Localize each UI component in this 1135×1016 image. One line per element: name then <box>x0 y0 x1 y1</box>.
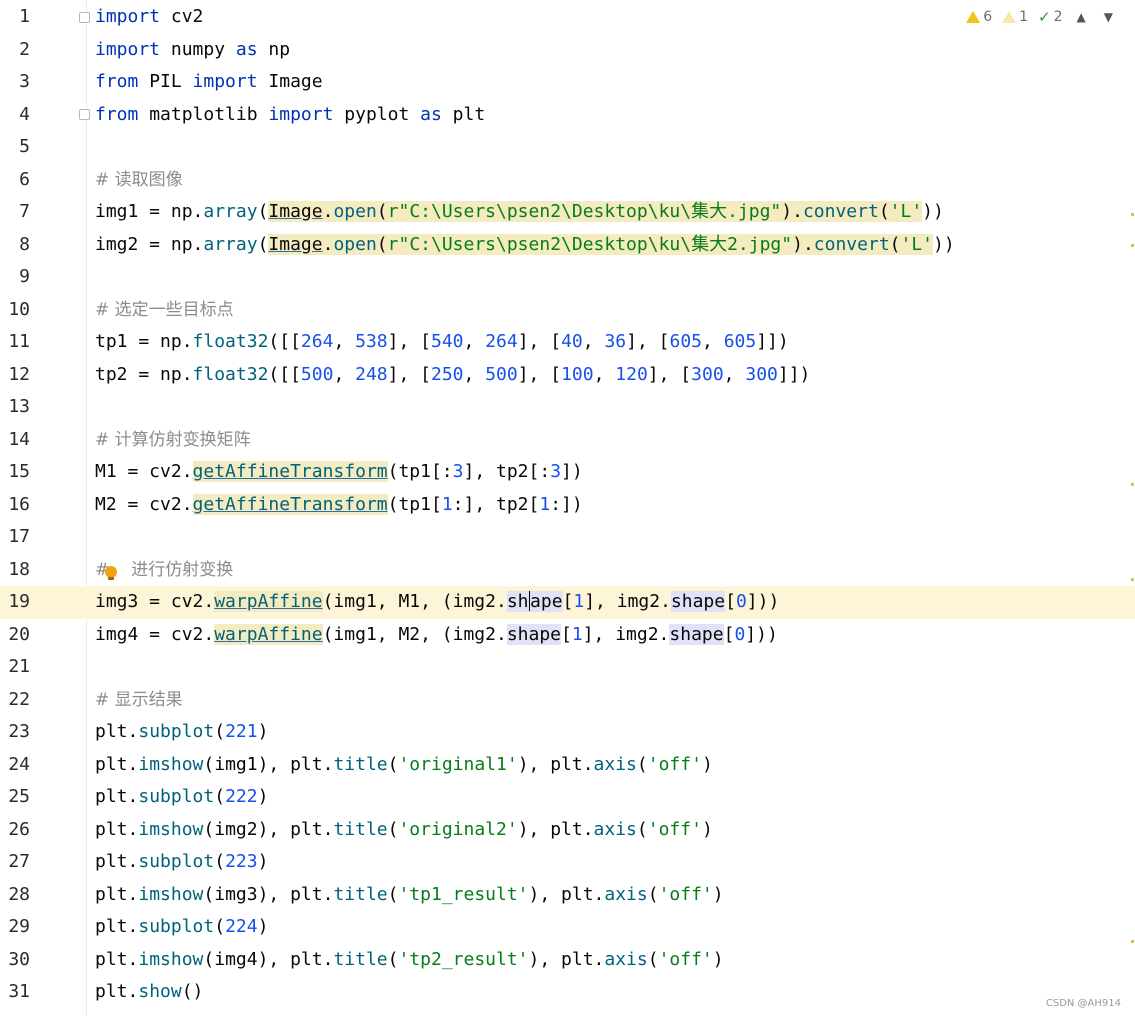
line-number: 7 <box>19 201 30 222</box>
code-text[interactable]: tp2 = np.float32([[500, 248], [250, 500]… <box>95 359 810 392</box>
line-number: 11 <box>8 331 30 352</box>
code-text[interactable]: plt.subplot(223) <box>95 846 268 879</box>
code-text[interactable]: tp1 = np.float32([[264, 538], [540, 264]… <box>95 326 789 359</box>
line-number: 12 <box>8 363 30 385</box>
code-line[interactable]: 14 # 计算仿射变换矩阵 <box>0 424 1135 457</box>
code-comment[interactable]: # 读取图像 <box>95 164 183 197</box>
code-line[interactable]: 23 plt.subplot(221) <box>0 716 1135 749</box>
code-line[interactable]: 9 <box>0 261 1135 294</box>
code-text[interactable]: import cv2 <box>95 1 203 34</box>
line-number: 13 <box>8 396 30 417</box>
code-text[interactable]: plt.imshow(img2), plt.title('original2')… <box>95 814 713 847</box>
code-text[interactable]: M1 = cv2.getAffineTransform(tp1[:3], tp2… <box>95 456 583 489</box>
code-text[interactable]: from PIL import Image <box>95 66 323 99</box>
code-text[interactable]: img1 = np.array(Image.open(r"C:\Users\ps… <box>95 196 944 229</box>
line-number: 28 <box>8 883 30 905</box>
line-number: 21 <box>8 656 30 677</box>
line-number: 17 <box>8 526 30 547</box>
code-line[interactable]: 13 <box>0 391 1135 424</box>
line-number: 10 <box>8 298 30 320</box>
code-text[interactable]: from matplotlib import pyplot as plt <box>95 99 485 132</box>
code-line[interactable]: 15 M1 = cv2.getAffineTransform(tp1[:3], … <box>0 456 1135 489</box>
code-text[interactable]: plt.show() <box>95 976 203 1009</box>
code-text[interactable]: img4 = cv2.warpAffine(img1, M2, (img2.sh… <box>95 619 778 652</box>
line-number: 2 <box>19 38 30 60</box>
code-line[interactable]: 2 import numpy as np <box>0 34 1135 67</box>
code-line[interactable]: 29 plt.subplot(224) <box>0 911 1135 944</box>
line-number: 26 <box>8 818 30 840</box>
code-line[interactable]: 22 # 显示结果 <box>0 684 1135 717</box>
line-number: 15 <box>8 461 30 482</box>
code-line[interactable]: 7 img1 = np.array(Image.open(r"C:\Users\… <box>0 196 1135 229</box>
line-number: 30 <box>8 948 30 970</box>
intention-bulb-icon[interactable] <box>105 566 117 580</box>
code-line[interactable]: 10 # 选定一些目标点 <box>0 294 1135 327</box>
line-number: 23 <box>8 721 30 742</box>
code-text[interactable]: plt.imshow(img1), plt.title('original1')… <box>95 749 713 782</box>
code-text[interactable]: img2 = np.array(Image.open(r"C:\Users\ps… <box>95 229 955 262</box>
line-number: 20 <box>8 623 30 645</box>
line-number: 3 <box>19 71 30 92</box>
code-text[interactable]: plt.subplot(224) <box>95 911 268 944</box>
line-number: 19 <box>8 591 30 612</box>
code-text[interactable]: img3 = cv2.warpAffine(img1, M1, (img2.sh… <box>95 586 779 619</box>
line-number: 16 <box>8 493 30 515</box>
code-text[interactable]: plt.subplot(221) <box>95 716 268 749</box>
code-comment[interactable]: # 选定一些目标点 <box>95 294 234 327</box>
code-line[interactable]: 26 plt.imshow(img2), plt.title('original… <box>0 814 1135 847</box>
code-text[interactable]: import numpy as np <box>95 34 290 67</box>
code-text[interactable]: plt.imshow(img4), plt.title('tp2_result'… <box>95 944 724 977</box>
code-editor[interactable]: 6 1 ✓ 2 ▲ ▼ 1 import cv2 2 import numpy … <box>0 0 1135 1016</box>
code-line[interactable]: 25 plt.subplot(222) <box>0 781 1135 814</box>
line-number: 14 <box>8 428 30 450</box>
line-number: 8 <box>19 233 30 255</box>
line-number: 18 <box>8 558 30 580</box>
code-line[interactable]: 28 plt.imshow(img3), plt.title('tp1_resu… <box>0 879 1135 912</box>
line-number: 1 <box>19 6 30 27</box>
code-line[interactable]: 24 plt.imshow(img1), plt.title('original… <box>0 749 1135 782</box>
code-comment[interactable]: # 显示结果 <box>95 684 183 717</box>
code-line[interactable]: 21 <box>0 651 1135 684</box>
code-line[interactable]: 1 import cv2 <box>0 1 1135 34</box>
line-number: 29 <box>8 916 30 937</box>
code-line-current[interactable]: 19 img3 = cv2.warpAffine(img1, M1, (img2… <box>0 586 1135 619</box>
code-line[interactable]: 17 <box>0 521 1135 554</box>
code-line[interactable]: 5 <box>0 131 1135 164</box>
code-line[interactable]: 4 from matplotlib import pyplot as plt <box>0 99 1135 132</box>
code-text[interactable]: plt.subplot(222) <box>95 781 268 814</box>
line-number: 6 <box>19 168 30 190</box>
line-number: 22 <box>8 688 30 710</box>
watermark: CSDN @AH914 <box>1045 998 1121 1009</box>
code-line[interactable]: 20 img4 = cv2.warpAffine(img1, M2, (img2… <box>0 619 1135 652</box>
code-text[interactable]: M2 = cv2.getAffineTransform(tp1[1:], tp2… <box>95 489 583 522</box>
line-number: 27 <box>8 851 30 872</box>
line-number: 9 <box>19 266 30 287</box>
code-line[interactable]: 30 plt.imshow(img4), plt.title('tp2_resu… <box>0 944 1135 977</box>
code-line[interactable]: 31 plt.show() <box>0 976 1135 1009</box>
line-number: 31 <box>8 981 30 1002</box>
line-number: 24 <box>8 753 30 775</box>
code-line[interactable]: 16 M2 = cv2.getAffineTransform(tp1[1:], … <box>0 489 1135 522</box>
line-number: 4 <box>19 103 30 125</box>
code-line[interactable]: 18 # 进行仿射变换 <box>0 554 1135 587</box>
code-line[interactable]: 6 # 读取图像 <box>0 164 1135 197</box>
code-text[interactable]: plt.imshow(img3), plt.title('tp1_result'… <box>95 879 724 912</box>
code-comment[interactable]: # 计算仿射变换矩阵 <box>95 424 251 457</box>
line-number: 25 <box>8 786 30 807</box>
code-line[interactable]: 12 tp2 = np.float32([[500, 248], [250, 5… <box>0 359 1135 392</box>
code-line[interactable]: 27 plt.subplot(223) <box>0 846 1135 879</box>
code-line[interactable]: 8 img2 = np.array(Image.open(r"C:\Users\… <box>0 229 1135 262</box>
code-line[interactable]: 3 from PIL import Image <box>0 66 1135 99</box>
code-line[interactable]: 11 tp1 = np.float32([[264, 538], [540, 2… <box>0 326 1135 359</box>
line-number: 5 <box>19 136 30 157</box>
